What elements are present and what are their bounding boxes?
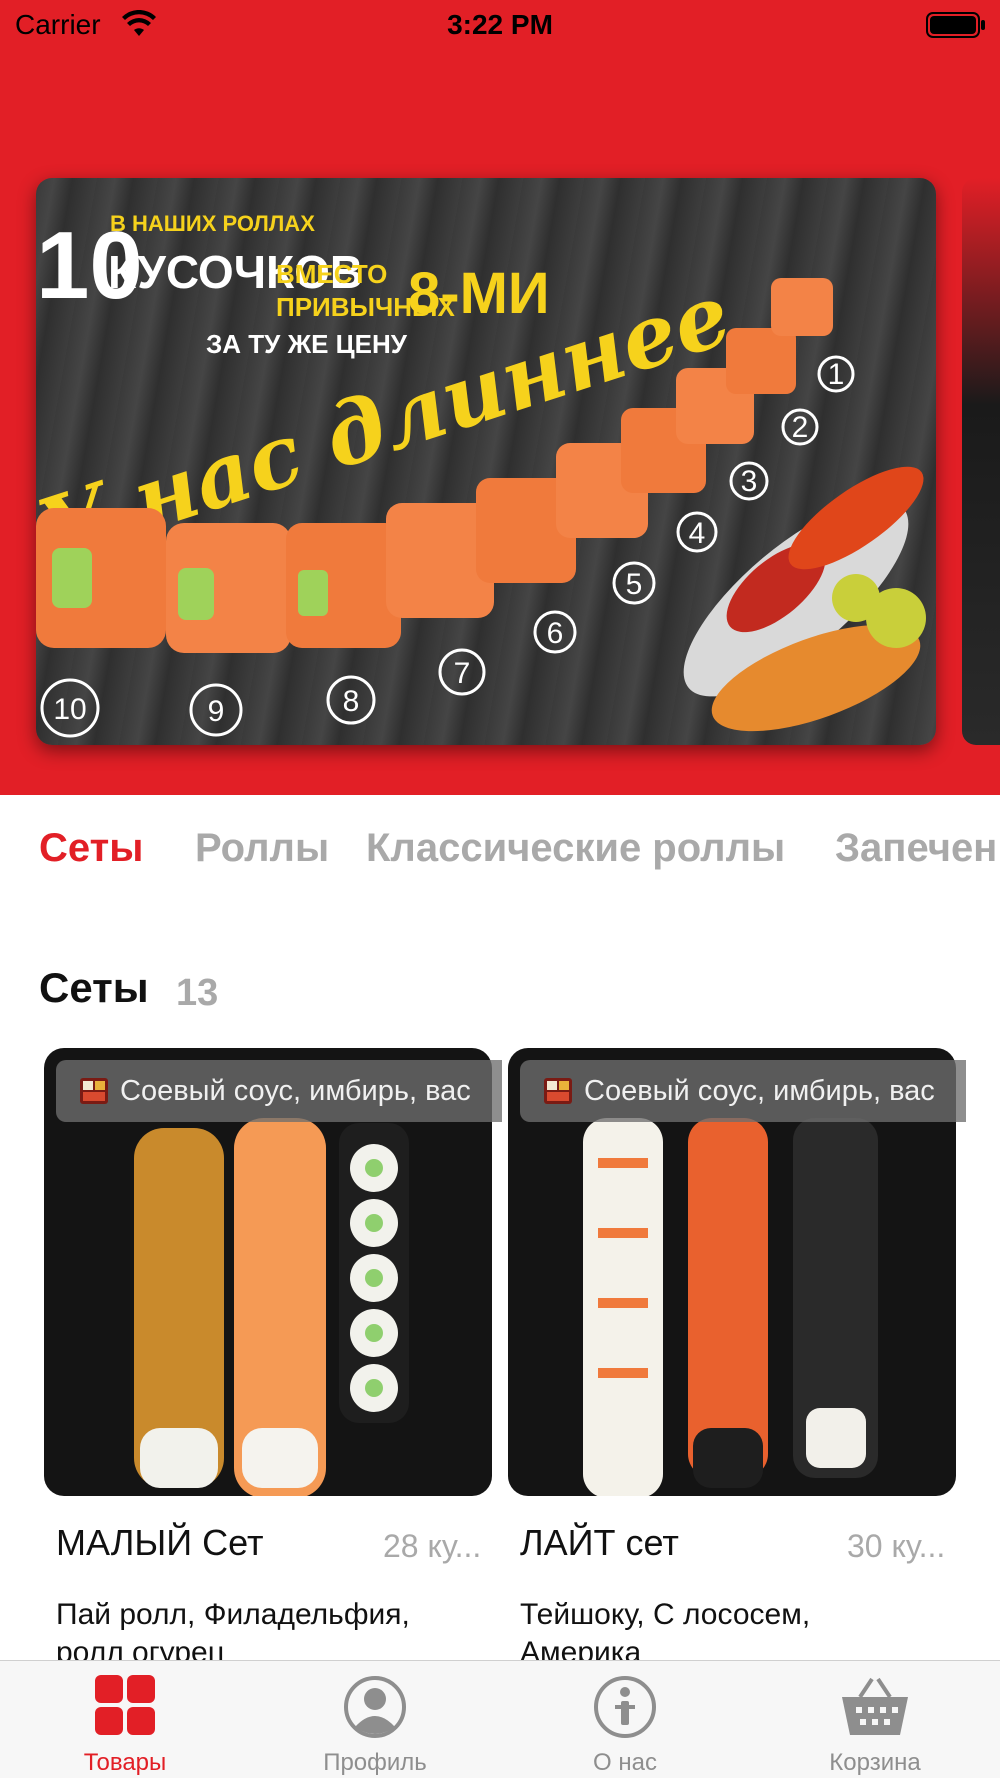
svg-text:10: 10 [53, 693, 86, 726]
tab-rolls[interactable]: Роллы [195, 826, 329, 871]
profile-icon [344, 1676, 406, 1738]
tab-products[interactable]: Товары [0, 1661, 250, 1778]
tab-profile[interactable]: Профиль [250, 1661, 500, 1778]
category-tabs: Сеты Роллы Классические роллы Запечен [0, 820, 1000, 884]
banner-instead: ВМЕСТО [276, 259, 387, 289]
product-card[interactable]: Соевый соус, имбирь, вас [508, 1048, 966, 1498]
svg-text:1: 1 [828, 358, 845, 391]
svg-text:6: 6 [547, 617, 564, 650]
tab-about[interactable]: О нас [500, 1661, 750, 1778]
product-pieces: 30 ку... [847, 1528, 946, 1564]
product-card[interactable]: Соевый соус, имбирь, вас [44, 1048, 502, 1498]
roll-column-carrot [583, 1118, 663, 1496]
bento-icon [544, 1078, 572, 1104]
product-tag-text: Соевый соус, имбирь, вас [584, 1075, 935, 1107]
banner-eight: 8-МИ [408, 261, 550, 326]
bento-icon [80, 1078, 108, 1104]
banner-small-top: В НАШИХ РОЛЛАХ [110, 211, 315, 236]
product-tag-text: Соевый соус, имбирь, вас [120, 1075, 471, 1107]
tab-label: Товары [83, 1749, 167, 1776]
promo-banner[interactable]: 10 В НАШИХ РОЛЛАХ КУСОЧКОВ ВМЕСТО ПРИВЫЧ… [36, 178, 936, 745]
tab-sets[interactable]: Сеты [39, 826, 143, 871]
product-name[interactable]: МАЛЫЙ Сет [56, 1522, 263, 1564]
product-tag: Соевый соус, имбирь, вас [520, 1060, 966, 1122]
tab-baked[interactable]: Запечен [835, 826, 997, 871]
product-description: Тейшоку, С лососем, Америка [520, 1598, 811, 1660]
status-time: 3:22 PM [447, 9, 553, 40]
roll-column-spicy [688, 1118, 768, 1488]
next-banner-peek[interactable] [962, 178, 1000, 745]
tab-label: Корзина [829, 1749, 921, 1776]
roll-column-black-tobiko [793, 1118, 878, 1478]
info-icon [594, 1676, 656, 1738]
svg-text:3: 3 [741, 465, 758, 498]
section-count: 13 [176, 972, 219, 1014]
roll-column-salmon [234, 1118, 326, 1496]
svg-text:9: 9 [208, 695, 225, 728]
product-tag: Соевый соус, имбирь, вас [56, 1060, 502, 1122]
svg-text:5: 5 [626, 568, 643, 601]
grid-icon [95, 1675, 155, 1735]
roll-column-crispy [134, 1128, 224, 1488]
battery-icon [926, 12, 985, 38]
svg-text:2: 2 [792, 411, 809, 444]
tab-cart[interactable]: Корзина [750, 1661, 1000, 1778]
tab-label: Профиль [323, 1749, 427, 1776]
product-pieces: 28 ку... [383, 1528, 482, 1564]
product-description: Пай ролл, Филадельфия, ролл огурец [56, 1598, 410, 1660]
status-bar: Carrier 3:22 PM [0, 0, 1000, 50]
basket-icon [842, 1677, 908, 1735]
promo-banner-art: 10 В НАШИХ РОЛЛАХ КУСОЧКОВ ВМЕСТО ПРИВЫЧ… [36, 211, 926, 738]
tab-label: О нас [593, 1749, 657, 1776]
svg-text:8: 8 [343, 685, 360, 718]
product-name[interactable]: ЛАЙТ сет [520, 1522, 679, 1564]
svg-text:7: 7 [454, 657, 471, 690]
roll-column-cucumber [339, 1123, 409, 1423]
section-title: Сеты [39, 964, 149, 1011]
banner-koi [683, 466, 926, 732]
tab-classic-rolls[interactable]: Классические роллы [366, 826, 785, 871]
svg-text:4: 4 [689, 517, 706, 550]
bottom-tab-bar: Товары Профиль О нас Корзина [0, 1660, 1000, 1778]
banner-same-price: ЗА ТУ ЖЕ ЦЕНУ [206, 329, 408, 359]
